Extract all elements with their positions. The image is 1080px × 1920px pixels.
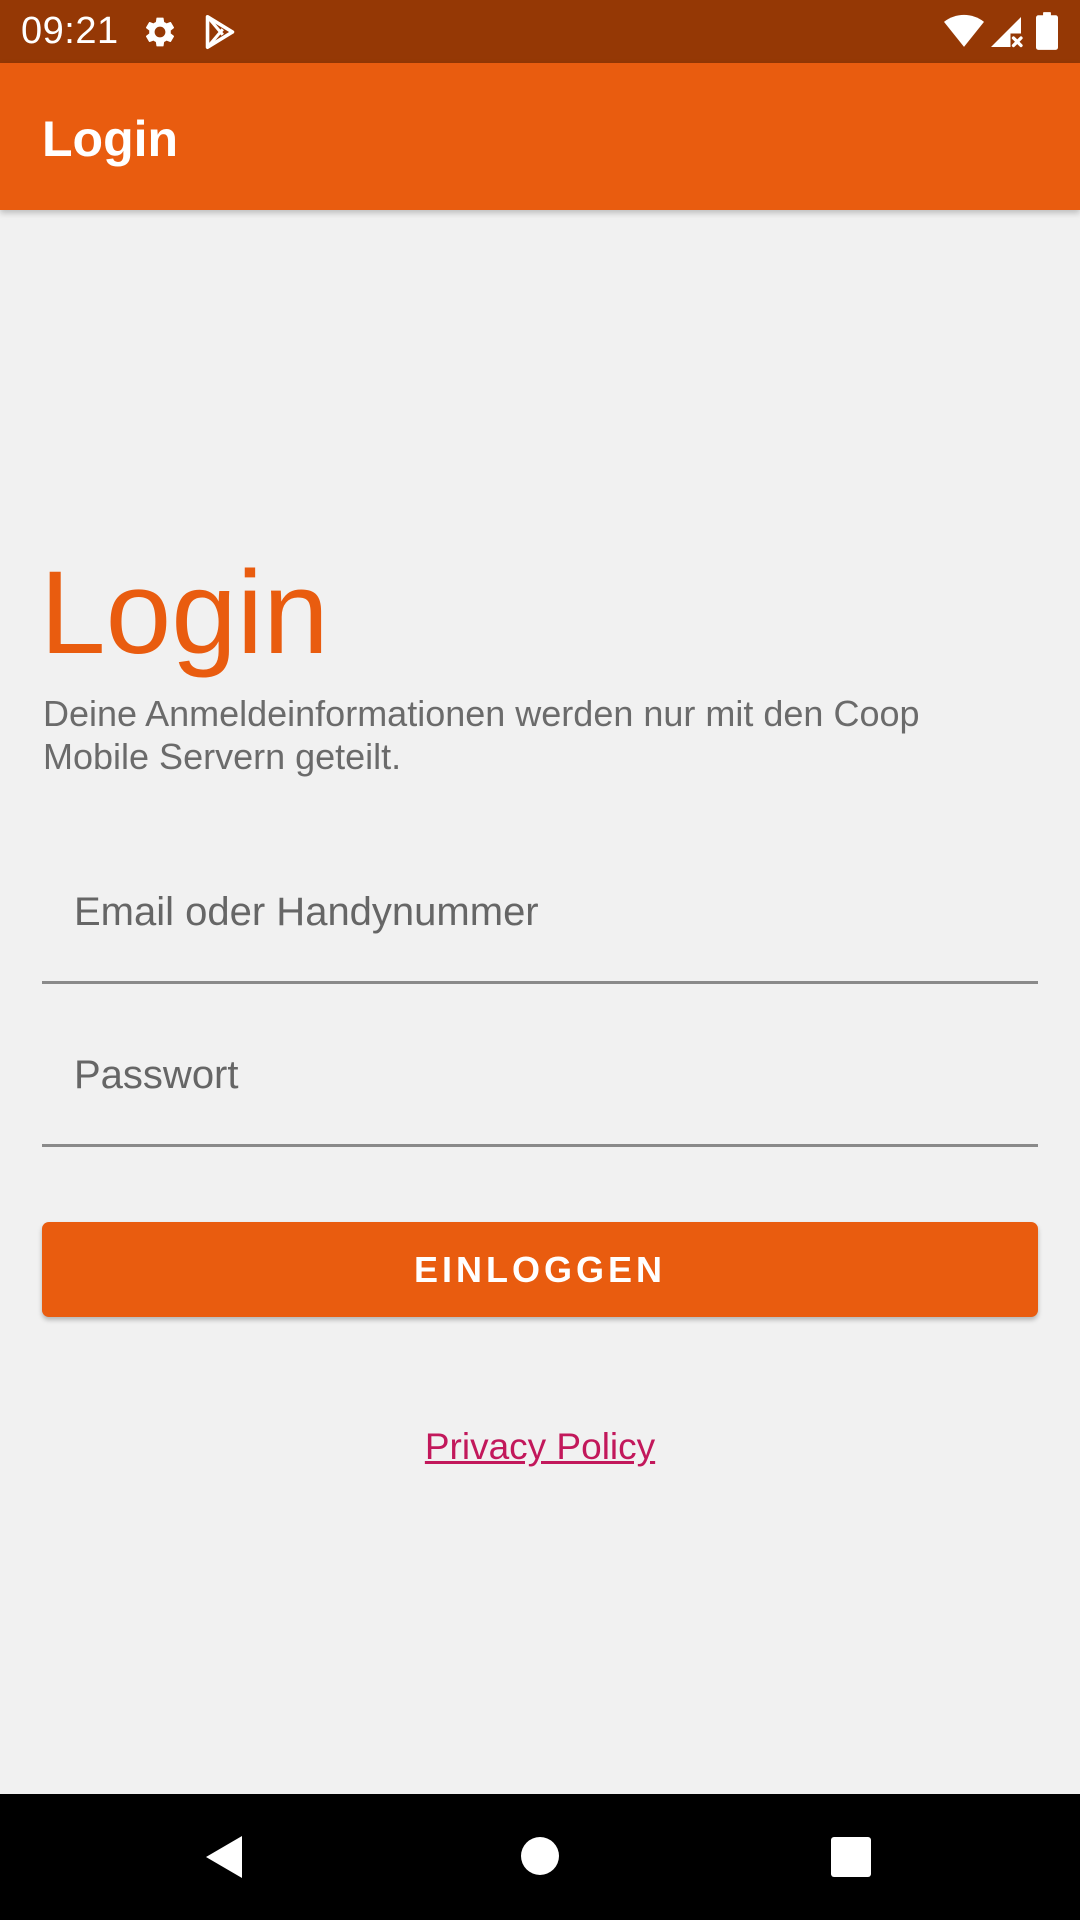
login-button[interactable]: EINLOGGEN [42, 1222, 1038, 1317]
privacy-policy-link[interactable]: Privacy Policy [0, 1422, 1080, 1472]
play-store-icon [205, 14, 235, 50]
gear-icon [145, 17, 175, 47]
wifi-icon [944, 14, 984, 47]
signal-icon [991, 17, 1023, 48]
email-field [42, 861, 1038, 984]
password-input[interactable] [42, 1024, 1038, 1144]
home-icon[interactable] [520, 1836, 560, 1876]
page-heading: Login [40, 547, 329, 679]
navigation-bar [0, 1794, 1080, 1920]
login-subtitle: Deine Anmeldeinformationen werden nur mi… [43, 693, 920, 777]
status-time: 09:21 [21, 10, 119, 52]
app-bar-title: Login [42, 111, 179, 167]
password-field [42, 1024, 1038, 1147]
back-icon[interactable] [204, 1834, 244, 1880]
recents-icon[interactable] [831, 1837, 871, 1877]
status-bar: 09:21 [0, 0, 1080, 63]
app-bar: Login [0, 63, 1080, 210]
battery-icon [1036, 12, 1058, 50]
email-input[interactable] [42, 861, 1038, 981]
